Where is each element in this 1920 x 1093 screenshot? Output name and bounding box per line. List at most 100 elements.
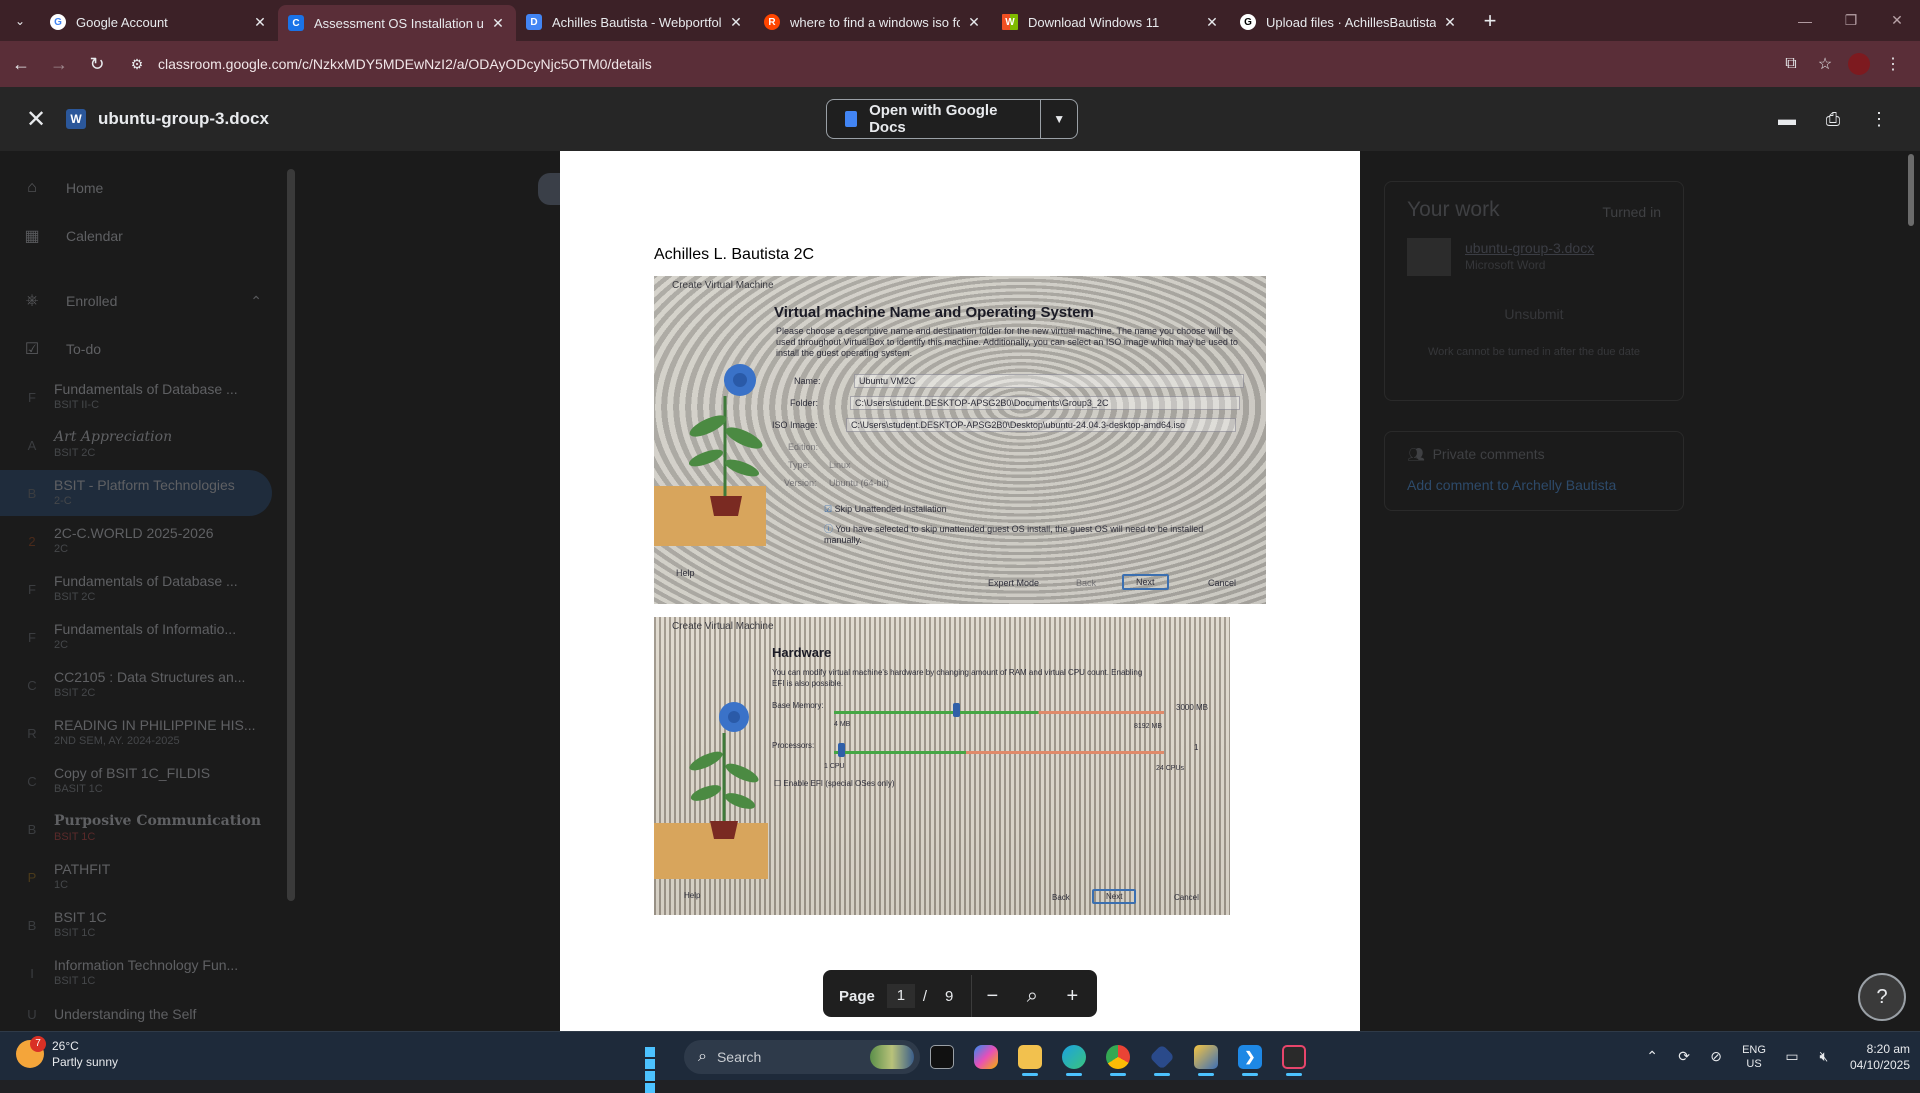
zoom-out-icon[interactable]: − [972, 985, 1012, 1008]
language-indicator[interactable]: ENG US [1742, 1043, 1766, 1071]
open-with-google-docs-button[interactable]: Open with Google Docs [827, 100, 1042, 138]
reload-icon[interactable]: ↻ [80, 47, 114, 81]
profile-avatar[interactable] [1848, 53, 1870, 75]
more-options-icon[interactable]: ⋮ [1856, 101, 1902, 137]
class-avatar: 2 [28, 533, 36, 549]
unsubmit-button[interactable]: Unsubmit [1385, 306, 1683, 322]
weather-widget[interactable]: 7 26°C Partly sunny [16, 1036, 118, 1070]
chevron-up-icon[interactable]: ⌃ [250, 293, 262, 310]
your-work-card: Your work Turned in ubuntu-group-3.docx M… [1384, 181, 1684, 401]
new-tab-button[interactable]: + [1474, 5, 1506, 37]
help-button[interactable]: ? [1858, 973, 1906, 1021]
close-tab-icon[interactable]: ✕ [966, 14, 982, 31]
site-info-icon[interactable]: ⚙ [122, 56, 152, 73]
close-tab-icon[interactable]: ✕ [490, 15, 506, 32]
python-ide-button[interactable] [1184, 1038, 1228, 1076]
bookmark-star-icon[interactable]: ☆ [1808, 47, 1842, 81]
chevron-up-icon[interactable]: ⌃ [1636, 1048, 1668, 1065]
browser-menu-icon[interactable]: ⋮ [1876, 47, 1910, 81]
close-tab-icon[interactable]: ✕ [1442, 14, 1458, 31]
tab-download-windows-11[interactable]: W Download Windows 11 ✕ [992, 5, 1230, 39]
hidden-panel-edge [538, 173, 562, 205]
sidebar-item-enrolled[interactable]: ⎈ Enrolled ⌃ [14, 278, 272, 324]
vscode-button[interactable]: ❯ [1228, 1038, 1272, 1076]
sidebar-item-class[interactable]: C CC2105 : Data Structures an... BSIT 2C [14, 662, 272, 708]
zoom-in-icon[interactable]: + [1052, 985, 1092, 1008]
sidebar-item-label: 2C-C.WORLD 2025-2026 [54, 525, 214, 541]
close-tab-icon[interactable]: ✕ [728, 14, 744, 31]
print-icon[interactable]: ⎙ [1810, 101, 1856, 137]
sidebar-item-class[interactable]: C Copy of BSIT 1C_FILDIS BASIT 1C [14, 758, 272, 804]
add-private-comment-link[interactable]: Add comment to Archelly Bautista [1407, 477, 1661, 493]
virtualbox-button[interactable] [1140, 1038, 1184, 1076]
snipping-tool-button[interactable] [1272, 1038, 1316, 1076]
tab-webportfolio[interactable]: D Achilles Bautista - Webportfolio ✕ [516, 5, 754, 39]
people-icon: 👥︎ [1407, 446, 1425, 462]
class-avatar: B [27, 821, 37, 837]
minimize-icon[interactable]: — [1782, 0, 1828, 41]
open-with-control: Open with Google Docs ▼ [826, 99, 1078, 139]
sidebar-item-class-selected[interactable]: B BSIT - Platform Technologies 2-C [0, 470, 272, 516]
edge-button[interactable] [1052, 1038, 1096, 1076]
tab-assessment-os-installation[interactable]: C Assessment OS Installation usin ✕ [278, 5, 516, 41]
tab-title: Achilles Bautista - Webportfolio [552, 14, 722, 30]
tab-github-upload[interactable]: G Upload files · AchillesBautista-2 ✕ [1230, 5, 1468, 39]
sync-icon[interactable]: ⟳ [1668, 1048, 1700, 1065]
close-viewer-icon[interactable]: ✕ [16, 105, 56, 134]
sidebar-item-class[interactable]: F Fundamentals of Database ... BSIT II-C [14, 374, 272, 420]
class-avatar: F [28, 581, 36, 597]
zoom-reset-icon[interactable]: ⌕ [1012, 985, 1052, 1008]
install-app-icon[interactable]: ⧉ [1774, 47, 1808, 81]
folder-label: Folder: [790, 398, 819, 408]
sidebar-item-todo[interactable]: ☑ To-do [14, 326, 272, 372]
tab-google-account[interactable]: G Google Account ✕ [40, 5, 278, 39]
attached-file[interactable]: ubuntu-group-3.docx Microsoft Word [1385, 238, 1683, 276]
sidebar-item-class[interactable]: F Fundamentals of Database ... BSIT 2C [14, 566, 272, 612]
sidebar-item-class[interactable]: F Fundamentals of Informatio... 2C [14, 614, 272, 660]
class-avatar: U [27, 1006, 37, 1022]
file-explorer-button[interactable] [1008, 1038, 1052, 1076]
wifi-off-icon[interactable]: ⊘ [1700, 1048, 1732, 1065]
sidebar-scrollbar[interactable] [287, 169, 295, 901]
sidebar-item-class[interactable]: 2 2C-C.WORLD 2025-2026 2C [14, 518, 272, 564]
private-comments-label: Private comments [1432, 446, 1545, 462]
sidebar-item-class[interactable]: P PATHFIT 1C [14, 854, 272, 900]
sidebar-item-sub: 2-C [54, 495, 72, 507]
document-page: Achilles L. Bautista 2C Create Virtual M… [560, 151, 1360, 1031]
start-button[interactable] [636, 1038, 674, 1093]
sidebar-item-calendar[interactable]: ▦ Calendar [14, 213, 272, 259]
task-view-button[interactable] [920, 1038, 964, 1076]
tab-search-icon[interactable]: ⌄ [0, 0, 40, 41]
sidebar-item-class[interactable]: R READING IN PHILIPPINE HIS... 2ND SEM, AY… [14, 710, 272, 756]
sidebar-item-class[interactable]: B BSIT 1C BSIT 1C [14, 902, 272, 948]
url-field[interactable]: ⚙ classroom.google.com/c/NzkxMDY5MDEwNzI… [122, 47, 1774, 81]
taskbar-search-box[interactable]: ⌕ Search [684, 1040, 920, 1074]
sidebar-item-class[interactable]: I Information Technology Fun... BSIT 1C [14, 950, 272, 996]
class-avatar: P [27, 869, 37, 885]
chevron-down-icon[interactable]: ▼ [1041, 112, 1077, 126]
close-tab-icon[interactable]: ✕ [1204, 14, 1220, 31]
volume-mute-icon[interactable]: 🔇︎ [1808, 1048, 1840, 1065]
sidebar-item-class[interactable]: A Art Appreciation BSIT 2C [14, 422, 272, 468]
forward-arrow-icon[interactable]: → [42, 47, 76, 81]
processors-label: Processors: [772, 741, 815, 750]
clock[interactable]: 8:20 am 04/10/2025 [1850, 1041, 1910, 1073]
copilot-button[interactable] [964, 1038, 1008, 1076]
close-tab-icon[interactable]: ✕ [252, 14, 268, 31]
github-favicon-icon: G [1240, 14, 1256, 30]
sidebar-item-home[interactable]: ⌂ Home [14, 165, 272, 211]
dialog-heading: Virtual machine Name and Operating Syste… [774, 304, 1094, 321]
network-icon[interactable]: ▭ [1776, 1048, 1808, 1065]
sidebar-item-class[interactable]: B Purposive Communication BSIT 1C [14, 806, 272, 852]
restore-icon[interactable]: ❐ [1828, 0, 1874, 41]
file-viewer-header: ✕ W ubuntu-group-3.docx Open with Google… [0, 87, 1920, 151]
tab-reddit-windows-iso[interactable]: R where to find a windows iso for ✕ [754, 5, 992, 39]
back-arrow-icon[interactable]: ← [4, 47, 38, 81]
chrome-button[interactable] [1096, 1038, 1140, 1076]
current-page-input[interactable]: 1 [886, 984, 915, 1008]
task-view-icon [930, 1045, 954, 1069]
add-to-drive-icon[interactable]: ▬ [1764, 101, 1810, 137]
viewer-scrollbar[interactable] [1908, 154, 1914, 226]
sidebar-item-label: To-do [66, 341, 102, 357]
window-close-icon[interactable]: ✕ [1874, 0, 1920, 41]
